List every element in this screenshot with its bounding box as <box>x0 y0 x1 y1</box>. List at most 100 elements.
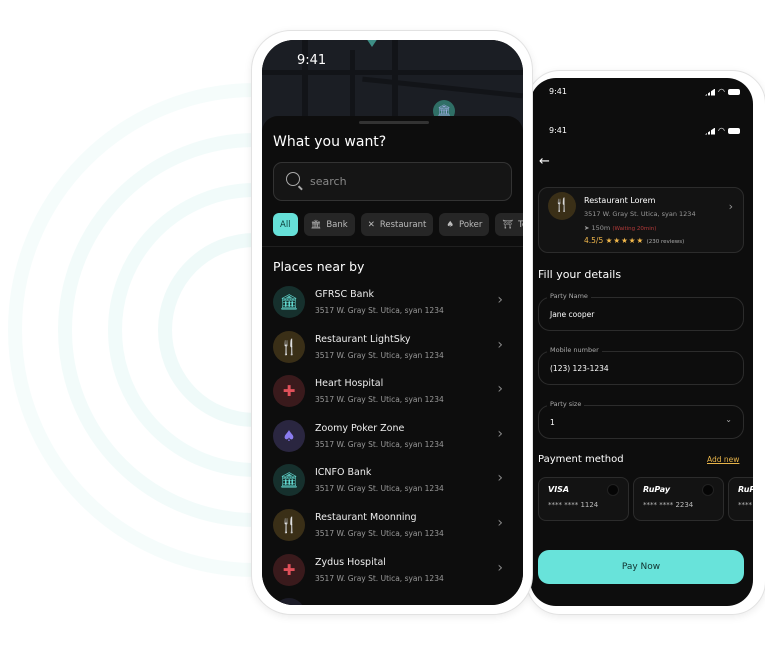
card-number: **** **** 1124 <box>548 501 599 509</box>
chip-restaurant[interactable]: ✕ Restaurant <box>360 213 434 236</box>
chevron-down-icon: ⌄ <box>725 415 732 424</box>
card-number: **** **** 2234 <box>643 501 694 509</box>
payment-card-rupay[interactable]: RuPay **** **** 2234 <box>633 477 724 521</box>
list-item[interactable]: ✚ Heart Hospital 3517 W. Gray St. Utica,… <box>273 375 513 420</box>
place-address: 3517 W. Gray St. Utica, syan 1234 <box>315 439 444 449</box>
card-brand: RuPay <box>643 485 671 494</box>
payment-title: Payment method <box>538 454 624 465</box>
mobile-number-field[interactable]: Mobile number (123) 123-1234 <box>538 346 744 385</box>
map-pin-icon[interactable] <box>366 40 378 47</box>
search-input[interactable]: search <box>273 162 512 201</box>
list-item[interactable]: ♠ Zoomy Poker Zone 3517 W. Gray St. Utic… <box>273 419 513 465</box>
status-time: 9:41 <box>549 126 567 135</box>
category-chips: All 🏛 Bank ✕ Restaurant ♠ Poker ⛩ Te <box>273 213 523 236</box>
signal-icon <box>705 88 715 96</box>
bank-icon: 🏛 <box>273 464 305 497</box>
chevron-right-icon[interactable]: › <box>497 470 503 486</box>
radio-button[interactable] <box>702 484 714 496</box>
chip-label: All <box>280 219 291 230</box>
chip-all[interactable]: All <box>273 213 298 236</box>
list-item[interactable]: ✚ Zydus Hospital 3517 W. Gray St. Utica,… <box>273 553 513 599</box>
place-address: 3517 W. Gray St. Utica, syan 1234 <box>315 528 444 538</box>
chip-temple[interactable]: ⛩ Te <box>495 213 523 236</box>
place-address: 3517 W. Gray St. Utica, syan 1234 <box>315 395 444 405</box>
list-item[interactable]: 🍴 Restaurant LightSky 3517 W. Gray St. U… <box>273 330 513 376</box>
place-address: 3517 W. Gray St. Utica, syan 1234 <box>315 573 444 583</box>
battery-icon <box>727 128 740 134</box>
chip-label: Restaurant <box>379 219 427 230</box>
status-icons: ◠ <box>705 88 743 96</box>
hospital-cross-icon: ✚ <box>273 375 305 408</box>
temple-icon: ⛩ <box>502 219 514 230</box>
places-screen: 🏛 9:41 What you want? search All 🏛 Bank ✕… <box>262 40 523 605</box>
divider <box>262 246 523 247</box>
bank-icon: 🏛 <box>273 286 305 318</box>
form-title: Fill your details <box>538 268 622 281</box>
field-label: Party size <box>547 400 585 408</box>
place-name: Zoomy Poker Zone <box>315 422 405 434</box>
spade-icon: ♠ <box>273 419 305 452</box>
spade-icon: ♠ <box>446 219 454 230</box>
status-icons: ◠ <box>705 127 743 135</box>
chip-bank[interactable]: 🏛 Bank <box>303 213 355 236</box>
place-name: Restaurant LightSky <box>315 333 411 345</box>
list-item[interactable]: 🍴 Restaurant Moonning 3517 W. Gray St. U… <box>273 508 513 554</box>
place-name: ICNFO Bank <box>315 467 372 479</box>
card-brand: VISA <box>548 485 570 494</box>
add-new-link[interactable]: Add new <box>707 455 739 464</box>
payment-card-visa[interactable]: VISA **** **** 1124 <box>538 477 629 521</box>
status-time: 9:41 <box>297 53 327 68</box>
radio-button[interactable] <box>607 484 619 496</box>
restaurant-address: 3517 W. Gray St. Utica, syan 1234 <box>584 210 696 218</box>
chevron-right-icon[interactable]: › <box>497 515 503 531</box>
card-number: **** **** <box>738 501 753 509</box>
field-value: 1 <box>550 418 555 427</box>
chip-label: Te <box>518 219 523 230</box>
place-name: Heart Hospital <box>315 378 384 390</box>
utensils-icon: 🍴 <box>548 192 576 220</box>
chevron-right-icon[interactable]: › <box>497 560 503 576</box>
pay-now-button[interactable]: Pay Now <box>538 550 744 584</box>
chevron-right-icon[interactable]: › <box>497 337 503 353</box>
wifi-icon: ◠ <box>718 87 725 96</box>
page-title: What you want? <box>273 134 387 150</box>
utensils-icon: ✕ <box>367 219 375 230</box>
section-title: Places near by <box>273 259 365 274</box>
search-icon <box>286 172 300 186</box>
payment-card-rupay-2[interactable]: RuPay **** **** <box>728 477 753 521</box>
review-count: (230 reviews) <box>646 239 685 245</box>
places-list: 🏛 GFRSC Bank 3517 W. Gray St. Utica, sya… <box>273 286 513 605</box>
hospital-cross-icon: ✚ <box>273 553 305 586</box>
battery-icon <box>727 89 740 95</box>
card-brand: RuPay <box>738 485 753 494</box>
field-label: Mobile number <box>547 346 602 354</box>
chevron-right-icon[interactable]: › <box>729 200 733 213</box>
booking-screen: 9:41 ◠ 9:41 ◠ ← 🍴 Restaurant Lorem 3517 … <box>530 78 753 606</box>
place-avatar <box>273 598 305 605</box>
place-address: 3517 W. Gray St. Utica, syan 1234 <box>315 484 444 494</box>
back-arrow-icon[interactable]: ← <box>539 154 550 169</box>
chip-poker[interactable]: ♠ Poker <box>439 213 490 236</box>
signal-icon <box>705 127 715 135</box>
field-value: Jane cooper <box>550 310 595 319</box>
chevron-right-icon[interactable]: › <box>497 381 503 397</box>
party-size-select[interactable]: Party size 1 ⌄ <box>538 400 744 439</box>
rating-value: 4.5/5 <box>584 236 604 245</box>
field-value: (123) 123-1234 <box>550 364 609 373</box>
list-item[interactable]: 🏛 ICNFO Bank 3517 W. Gray St. Utica, sya… <box>273 464 513 509</box>
list-item[interactable]: 🏛 GFRSC Bank 3517 W. Gray St. Utica, sya… <box>273 286 513 331</box>
utensils-icon: 🍴 <box>273 330 305 363</box>
navigation-icon: ➤ <box>584 224 592 232</box>
field-label: Party Name <box>547 292 591 300</box>
distance: 150m <box>591 224 611 232</box>
distance-info: ➤ 150m (Waiting 20min) <box>584 224 656 232</box>
party-name-field[interactable]: Party Name Jane cooper <box>538 292 744 331</box>
drag-handle[interactable] <box>359 121 429 124</box>
chevron-right-icon[interactable]: › <box>497 292 503 308</box>
restaurant-card[interactable]: 🍴 Restaurant Lorem 3517 W. Gray St. Utic… <box>538 187 744 253</box>
chevron-right-icon[interactable]: › <box>497 426 503 442</box>
list-item-partial[interactable] <box>273 598 513 605</box>
restaurant-name: Restaurant Lorem <box>584 196 656 205</box>
place-name: GFRSC Bank <box>315 289 374 300</box>
place-name: Zydus Hospital <box>315 556 386 568</box>
